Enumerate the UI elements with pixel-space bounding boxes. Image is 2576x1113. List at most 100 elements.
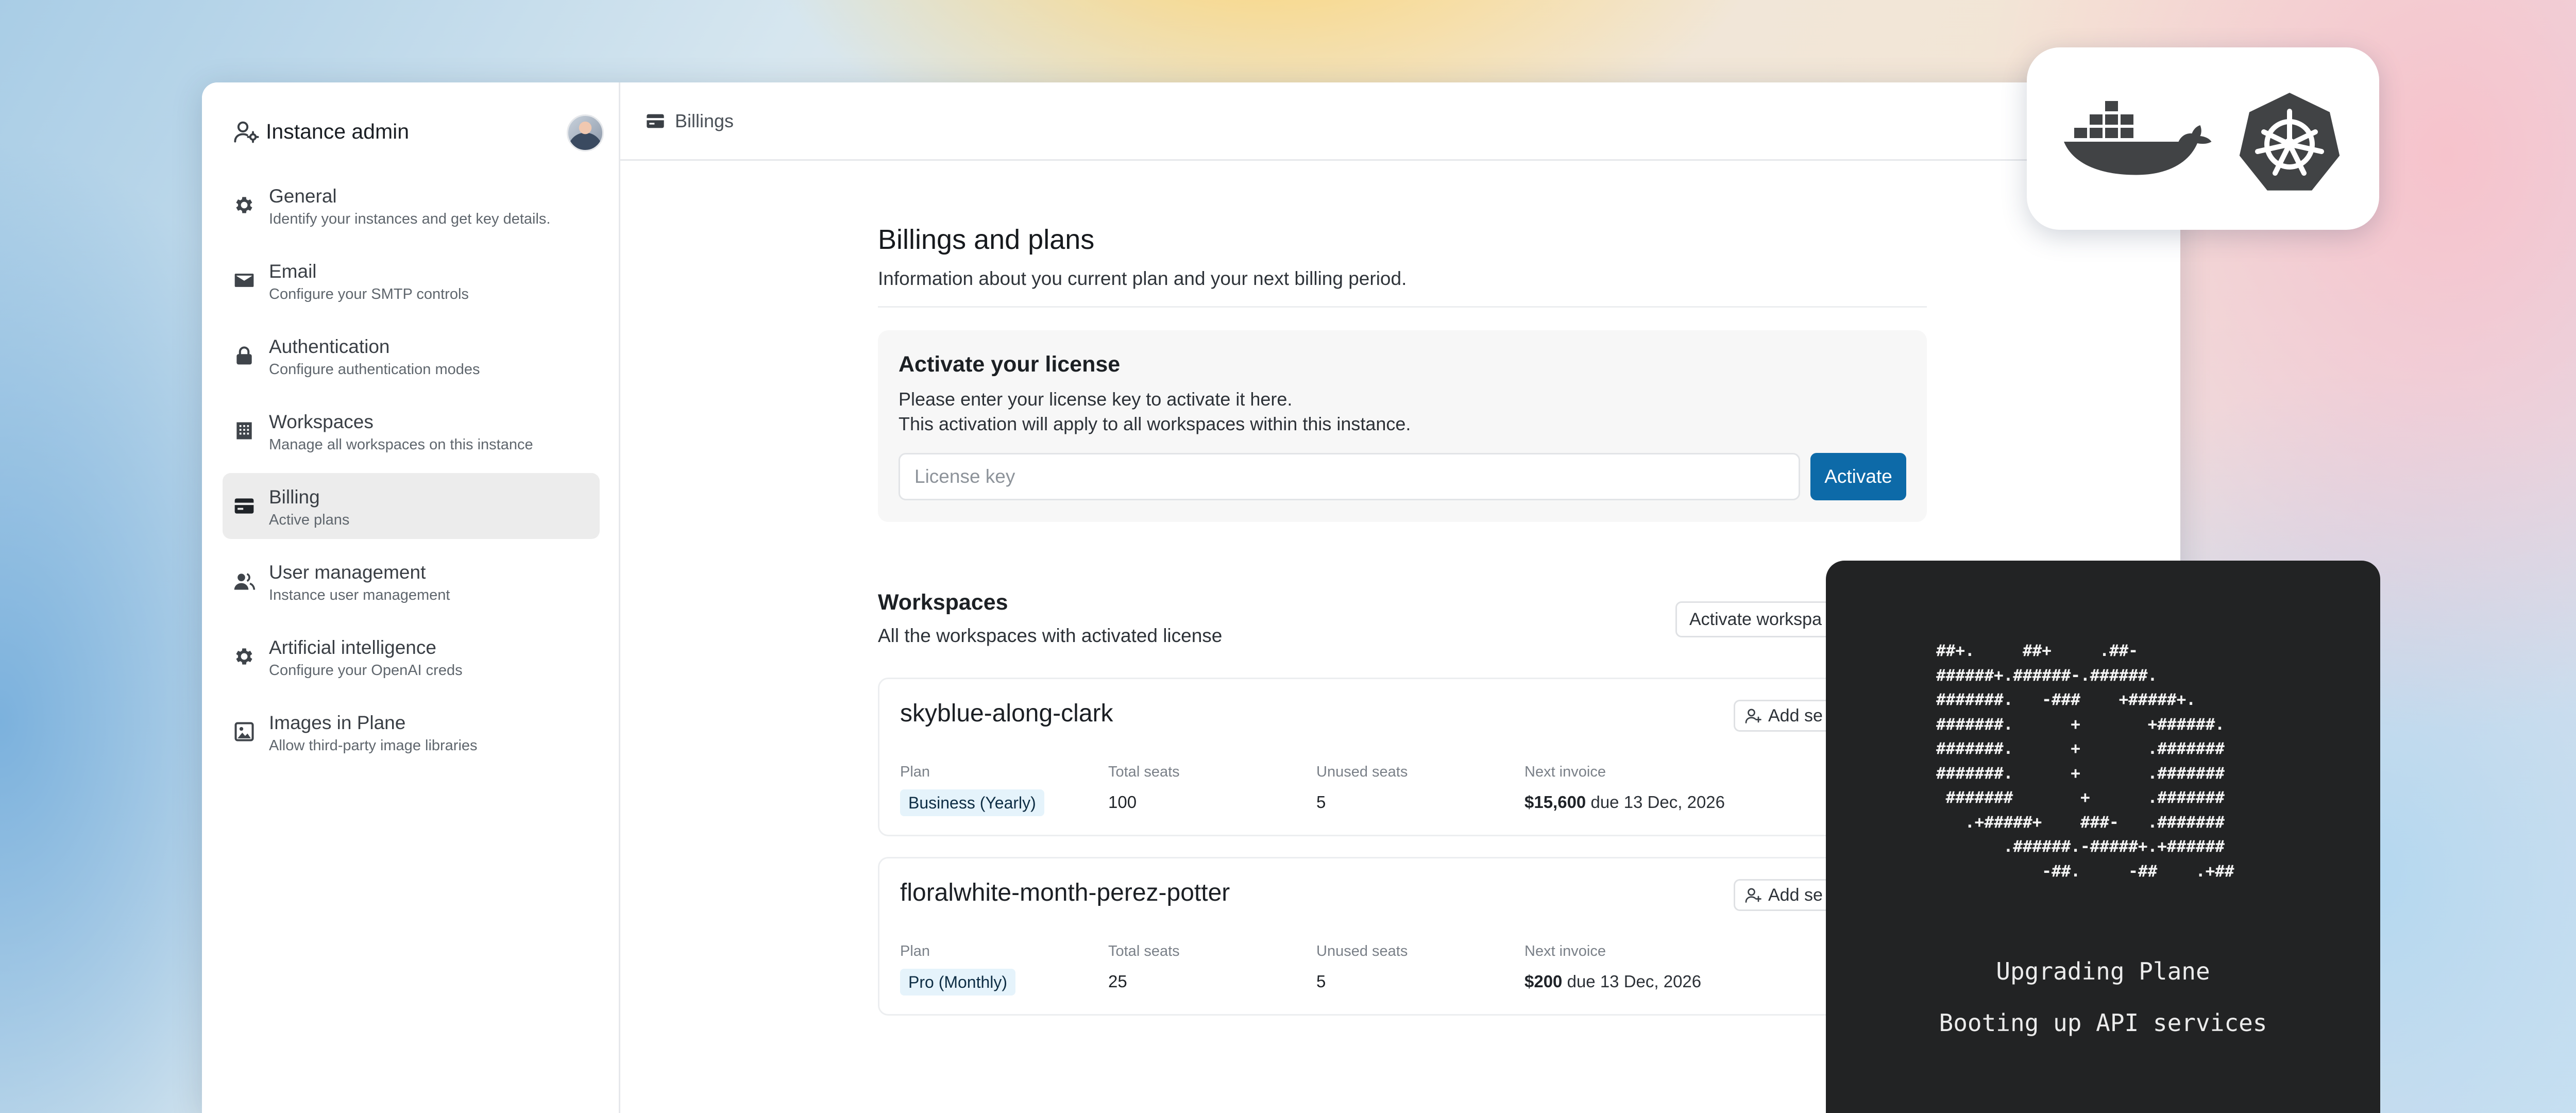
sidebar-item-authentication[interactable]: Authentication Configure authentication … — [223, 323, 600, 389]
plan-label: Plan — [900, 764, 930, 780]
unused-seats-value: 5 — [1316, 792, 1326, 812]
sidebar-item-description: Active plans — [269, 512, 350, 528]
workspaces-header: Workspaces All the workspaces with activ… — [878, 588, 1927, 655]
sidebar-item-label: Artificial intelligence — [269, 637, 436, 658]
unused-seats-label: Unused seats — [1316, 943, 1408, 959]
license-row: Activate — [899, 453, 1906, 500]
docker-icon — [2064, 101, 2212, 175]
sidebar-item-description: Manage all workspaces on this instance — [269, 436, 533, 453]
sidebar-item-label: Images in Plane — [269, 712, 406, 733]
sidebar-item-billing[interactable]: Billing Active plans — [223, 473, 600, 539]
sidebar-item-email[interactable]: Email Configure your SMTP controls — [223, 247, 600, 313]
sidebar-item-label: User management — [269, 562, 426, 583]
license-description: Please enter your license key to activat… — [899, 387, 1906, 436]
invoice-amount: $200 — [1524, 972, 1563, 991]
sidebar-item-label: Workspaces — [269, 411, 374, 432]
workspace-details: Plan Pro (Monthly) Total seats 25 Unused… — [900, 941, 1905, 996]
lock-icon — [236, 346, 252, 365]
license-title: Activate your license — [899, 352, 1121, 377]
license-description-line-2: This activation will apply to all worksp… — [899, 413, 1411, 434]
license-description-line-1: Please enter your license key to activat… — [899, 389, 1293, 410]
sidebar-item-user-management[interactable]: User management Instance user management — [223, 548, 600, 614]
upgrade-console: ##+. ##+ .##- ######+.######-.######. ##… — [1826, 561, 2380, 1113]
plane-ascii-logo: ##+. ##+ .##- ######+.######-.######. ##… — [1936, 642, 2234, 881]
sidebar-item-description: Configure your SMTP controls — [269, 286, 469, 302]
next-invoice-column: Next invoice $15,600 due 13 Dec, 2026 — [1524, 762, 1733, 816]
next-invoice-label: Next invoice — [1524, 943, 1606, 959]
total-seats-column: Total seats 100 — [1108, 762, 1316, 816]
sidebar-item-artificial-intelligence[interactable]: Artificial intelligence Configure your O… — [223, 623, 600, 689]
sidebar-item-label: Billing — [269, 486, 320, 508]
unused-seats-value: 5 — [1316, 972, 1326, 991]
add-seats-button[interactable]: Add se — [1734, 879, 1836, 911]
plan-column: Plan Pro (Monthly) — [900, 941, 1108, 996]
unused-seats-column: Unused seats 5 — [1316, 762, 1524, 816]
invoice-amount: $15,600 — [1524, 792, 1586, 812]
users-icon — [234, 573, 256, 590]
next-invoice-label: Next invoice — [1524, 764, 1606, 780]
gear-icon — [236, 648, 252, 665]
sidebar-item-description: Configure authentication modes — [269, 361, 480, 378]
billing-main: Billings and plans Information about you… — [878, 222, 1927, 1016]
license-key-input[interactable] — [899, 453, 1800, 500]
next-invoice-value: $200 due 13 Dec, 2026 — [1524, 969, 1733, 994]
total-seats-label: Total seats — [1108, 764, 1180, 780]
workspace-card: skyblue-along-clark Add se Plan Business… — [878, 678, 1927, 836]
sidebar-item-description: Identify your instances and get key deta… — [269, 211, 551, 227]
plan-label: Plan — [900, 943, 930, 959]
console-status: Booting up API services — [1939, 1009, 2267, 1037]
workspace-card: floralwhite-month-perez-potter Add se Pl… — [878, 857, 1927, 1016]
sidebar-item-workspaces[interactable]: Workspaces Manage all workspaces on this… — [223, 398, 600, 464]
total-seats-value: 100 — [1108, 792, 1137, 812]
add-seats-button[interactable]: Add se — [1734, 700, 1836, 732]
sidebar-item-description: Instance user management — [269, 587, 450, 603]
sidebar-nav: General Identify your instances and get … — [223, 172, 600, 774]
mail-icon — [234, 274, 254, 287]
credit-card-icon — [647, 114, 664, 128]
page-subtitle: Information about you current plan and y… — [878, 268, 1407, 289]
sidebar-item-label: General — [269, 185, 337, 207]
activate-workspace-button[interactable]: Activate workspa — [1675, 601, 1836, 637]
activate-button[interactable]: Activate — [1810, 453, 1906, 500]
add-seats-label: Add se — [1768, 885, 1823, 905]
workspace-details: Plan Business (Yearly) Total seats 100 U… — [900, 762, 1905, 816]
sidebar: Instance admin General Identify your ins… — [202, 82, 620, 1113]
image-icon — [234, 722, 254, 741]
unused-seats-label: Unused seats — [1316, 764, 1408, 780]
total-seats-value: 25 — [1108, 972, 1127, 991]
sidebar-item-images-in-plane[interactable]: Images in Plane Allow third-party image … — [223, 699, 600, 765]
page-title: Billings and plans — [878, 224, 1095, 255]
logo-card — [2027, 47, 2379, 230]
add-seats-label: Add se — [1768, 705, 1823, 726]
user-cog-icon — [234, 121, 259, 143]
avatar[interactable] — [567, 114, 604, 151]
sidebar-item-label: Authentication — [269, 336, 390, 357]
license-card: Activate your license Please enter your … — [878, 330, 1927, 522]
credit-card-icon — [234, 498, 254, 514]
sidebar-item-label: Email — [269, 261, 317, 282]
next-invoice-column: Next invoice $200 due 13 Dec, 2026 — [1524, 941, 1733, 996]
next-invoice-value: $15,600 due 13 Dec, 2026 — [1524, 789, 1733, 815]
sidebar-header: Instance admin — [233, 109, 604, 154]
unused-seats-column: Unused seats 5 — [1316, 941, 1524, 996]
sidebar-item-description: Configure your OpenAI creds — [269, 662, 463, 679]
gear-icon — [236, 197, 252, 213]
console-title: Upgrading Plane — [1996, 957, 2210, 985]
plan-badge: Pro (Monthly) — [900, 969, 1016, 996]
plan-badge: Business (Yearly) — [900, 789, 1044, 816]
sidebar-title: Instance admin — [266, 119, 410, 143]
user-plus-icon — [1745, 888, 1761, 903]
invoice-due: due 13 Dec, 2026 — [1590, 792, 1725, 812]
total-seats-column: Total seats 25 — [1108, 941, 1316, 996]
plan-column: Plan Business (Yearly) — [900, 762, 1108, 816]
building-icon — [236, 422, 252, 440]
user-plus-icon — [1745, 709, 1761, 723]
kubernetes-icon — [2239, 93, 2340, 191]
breadcrumb: Billings — [620, 82, 2180, 161]
sidebar-item-general[interactable]: General Identify your instances and get … — [223, 172, 600, 238]
breadcrumb-billings[interactable]: Billings — [675, 110, 734, 132]
divider — [878, 306, 1927, 308]
sidebar-item-description: Allow third-party image libraries — [269, 737, 478, 754]
total-seats-label: Total seats — [1108, 943, 1180, 959]
invoice-due: due 13 Dec, 2026 — [1567, 972, 1702, 991]
